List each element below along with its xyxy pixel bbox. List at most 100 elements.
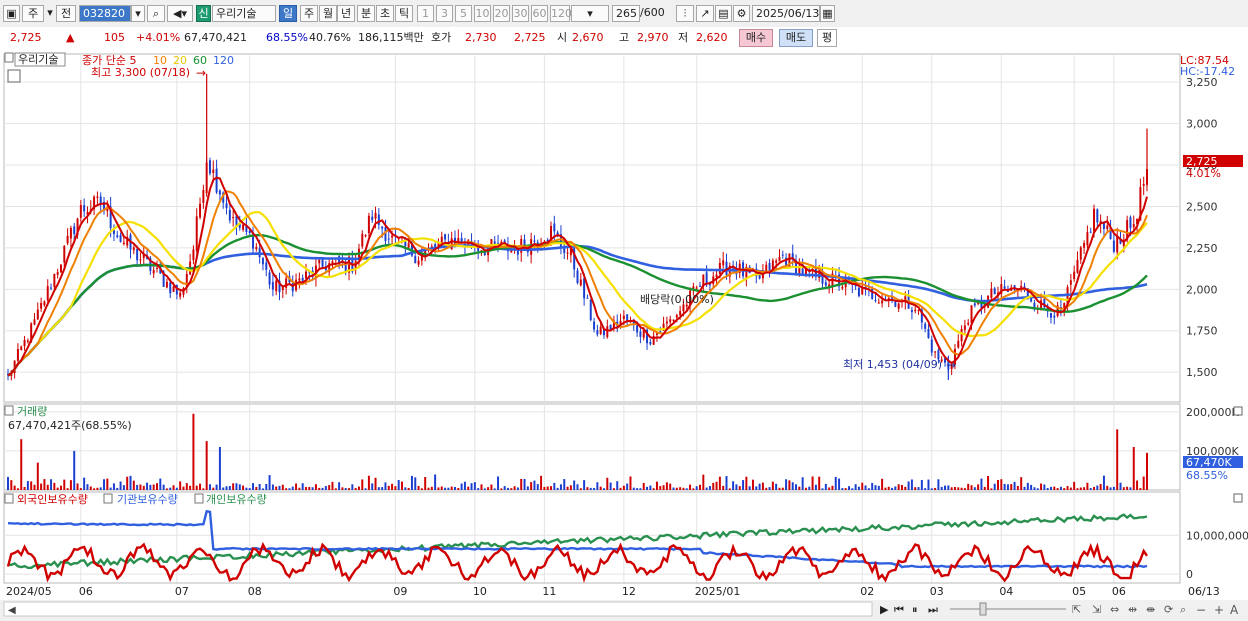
candle-body <box>1033 302 1036 308</box>
volume-bar <box>318 487 321 490</box>
last-page-icon[interactable]: ⏭ <box>928 603 938 616</box>
horizontal-scrollbar[interactable] <box>3 601 873 617</box>
zoom-slider-handle[interactable] <box>979 602 987 616</box>
candle-body <box>1132 224 1135 228</box>
volume-bar <box>536 484 539 490</box>
investor-menu-icon[interactable] <box>4 493 14 504</box>
code-dropdown-icon[interactable]: ▾ <box>131 5 145 22</box>
candle-body <box>79 205 82 218</box>
pause-icon[interactable]: ⏸ <box>912 603 918 616</box>
hc-label: HC:-17.42 <box>1180 65 1235 78</box>
date-tick-label: 2024/05 <box>6 585 52 598</box>
period-3-button[interactable]: 월 <box>319 5 337 22</box>
volume-bar <box>924 488 927 490</box>
interval-10-button[interactable]: 10 <box>474 5 491 22</box>
period-5-button[interactable]: 분 <box>357 5 375 22</box>
stock-chart[interactable]: 3,2503,0002,7502,5002,2502,0001,7501,500… <box>0 50 1248 621</box>
interval-20-button[interactable]: 20 <box>493 5 510 22</box>
volume-bar <box>156 483 158 490</box>
volume-bar <box>722 485 725 490</box>
period-1-button[interactable]: 일 <box>279 5 297 22</box>
settings-icon[interactable]: ⚙ <box>733 5 750 22</box>
candle-body <box>40 302 43 309</box>
interval-3-button[interactable]: 3 <box>436 5 453 22</box>
ask-label: 호가 <box>431 31 452 44</box>
draw-tool-icon[interactable]: ↗ <box>696 5 714 22</box>
investor-close-icon[interactable] <box>1233 493 1243 503</box>
candle-body <box>1049 313 1052 318</box>
scope-button[interactable]: 전 <box>56 5 76 22</box>
volume-bar <box>434 474 437 490</box>
volume-bar <box>1099 484 1102 490</box>
panel-menu-icon[interactable] <box>4 52 14 63</box>
buy-button[interactable]: 매수 <box>739 29 773 47</box>
zoom-in-icon[interactable]: ⇱ <box>1072 603 1081 616</box>
pyeong-button[interactable]: 평 <box>817 29 837 47</box>
expand-icon[interactable]: ⇹ <box>1128 603 1137 616</box>
volume-bar <box>311 487 314 490</box>
search-icon[interactable]: ⌕ <box>147 5 165 22</box>
volume-bar <box>132 480 135 490</box>
investor-menu-icon-2[interactable] <box>103 493 113 504</box>
scroll-left-icon[interactable]: ◀ <box>8 605 16 616</box>
interval-1-button[interactable]: 1 <box>417 5 434 22</box>
period-7-button[interactable]: 틱 <box>395 5 413 22</box>
speaker-icon[interactable]: ◀▾ <box>167 5 193 22</box>
volume-bar <box>271 484 274 490</box>
candle-body <box>195 216 198 251</box>
sell-button[interactable]: 매도 <box>779 29 813 47</box>
candle-body <box>1116 236 1119 253</box>
candle-body <box>275 280 278 292</box>
candle-body <box>69 227 72 239</box>
stock-code-input[interactable]: 032820 <box>79 5 131 22</box>
calendar-icon[interactable]: ▦ <box>820 5 835 22</box>
investor-menu-icon-3[interactable] <box>194 493 204 504</box>
volume-bar <box>818 476 821 490</box>
period-2-button[interactable]: 주 <box>300 5 318 22</box>
candle-body <box>374 212 377 219</box>
interval-30-button[interactable]: 30 <box>512 5 529 22</box>
volume-close-icon[interactable] <box>1233 406 1243 416</box>
volume-bar <box>619 487 622 490</box>
candle-body <box>596 330 599 335</box>
interval-5-button[interactable]: 5 <box>455 5 472 22</box>
search-zoom-icon[interactable]: ⌕ <box>1180 603 1186 616</box>
volume-bar <box>96 487 99 490</box>
volume-bar <box>228 485 231 490</box>
count-input[interactable]: 265 <box>612 5 640 22</box>
window-icon[interactable]: ▣ <box>3 5 20 22</box>
plus-icon[interactable]: + <box>1214 603 1224 617</box>
volume-bar <box>53 482 56 490</box>
candle-body <box>1096 209 1099 223</box>
period-4-button[interactable]: 년 <box>337 5 355 22</box>
date-tick-label: 05 <box>1072 585 1086 598</box>
save-icon[interactable]: ▤ <box>715 5 732 22</box>
volume-bar <box>444 487 447 490</box>
zoom-out-icon[interactable]: ⇲ <box>1092 603 1101 616</box>
play-icon[interactable]: ▶ <box>880 603 889 616</box>
candle-body <box>649 341 652 345</box>
legend-stock-name: 우리기술 <box>18 53 58 66</box>
volume-bar <box>341 487 344 490</box>
minus-icon[interactable]: − <box>1196 603 1206 617</box>
interval-custom-select[interactable]: ▾ <box>571 5 609 22</box>
candle-icon[interactable]: ⫶ <box>676 5 694 22</box>
volume-menu-icon[interactable] <box>4 405 14 416</box>
date-input[interactable]: 2025/06/13 <box>752 5 820 22</box>
grid-toggle-icon[interactable] <box>7 69 21 83</box>
reset-icon[interactable]: ⟳ <box>1164 603 1173 616</box>
shrink-icon[interactable]: ⇼ <box>1146 603 1155 616</box>
price-tick-label: 1,750 <box>1186 325 1218 338</box>
period-6-button[interactable]: 초 <box>376 5 394 22</box>
date-tick-label: 02 <box>860 585 874 598</box>
volume-bar <box>622 485 625 490</box>
date-tick-label: 11 <box>542 585 556 598</box>
market-dropdown-icon[interactable]: ▾ <box>46 5 54 22</box>
interval-120-button[interactable]: 120 <box>550 5 572 22</box>
interval-60-button[interactable]: 60 <box>531 5 548 22</box>
market-select[interactable]: 주 <box>22 5 44 22</box>
candle-body <box>1106 225 1109 230</box>
first-page-icon[interactable]: ⏮ <box>894 603 904 616</box>
text-tool-icon[interactable]: A <box>1230 603 1239 617</box>
fit-icon[interactable]: ⇔ <box>1110 603 1119 616</box>
